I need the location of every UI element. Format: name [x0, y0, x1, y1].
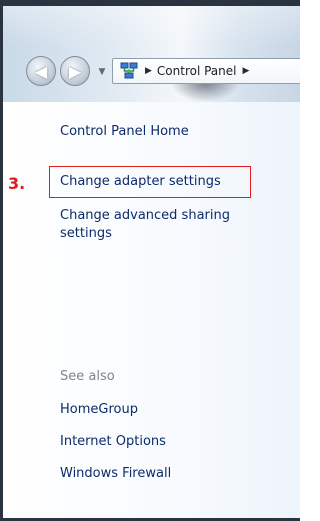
- network-icon: [119, 61, 139, 81]
- chevron-down-icon: ▼: [98, 67, 106, 77]
- windows-firewall-link[interactable]: Windows Firewall: [60, 466, 171, 481]
- see-also-heading: See also: [60, 369, 115, 384]
- task-pane: [3, 102, 300, 518]
- forward-button[interactable]: ▶: [60, 56, 90, 86]
- advanced-link-line2: settings: [60, 226, 112, 241]
- advanced-link-line1: Change advanced sharing: [60, 208, 230, 223]
- address-bar[interactable]: ▶ Control Panel ▶: [112, 58, 300, 84]
- recent-pages-dropdown[interactable]: ▼: [96, 66, 108, 78]
- breadcrumb-control-panel[interactable]: Control Panel: [157, 64, 237, 78]
- explorer-window: ◀ ▶ ▼ ▶ Control Panel ▶ Control Panel Ho…: [0, 0, 300, 521]
- change-advanced-sharing-settings-link[interactable]: Change advanced sharing settings: [60, 207, 230, 243]
- change-adapter-settings-link[interactable]: Change adapter settings: [60, 174, 221, 189]
- step-number-label: 3.: [8, 174, 26, 193]
- forward-arrow-icon: ▶: [68, 61, 82, 81]
- breadcrumb-separator-icon[interactable]: ▶: [243, 66, 250, 76]
- glass-shine: [3, 6, 300, 46]
- control-panel-home-link[interactable]: Control Panel Home: [60, 124, 189, 139]
- internet-options-link[interactable]: Internet Options: [60, 434, 166, 449]
- back-arrow-icon: ◀: [34, 61, 48, 81]
- back-button[interactable]: ◀: [26, 56, 56, 86]
- homegroup-link[interactable]: HomeGroup: [60, 402, 138, 417]
- breadcrumb-separator-icon[interactable]: ▶: [145, 66, 152, 76]
